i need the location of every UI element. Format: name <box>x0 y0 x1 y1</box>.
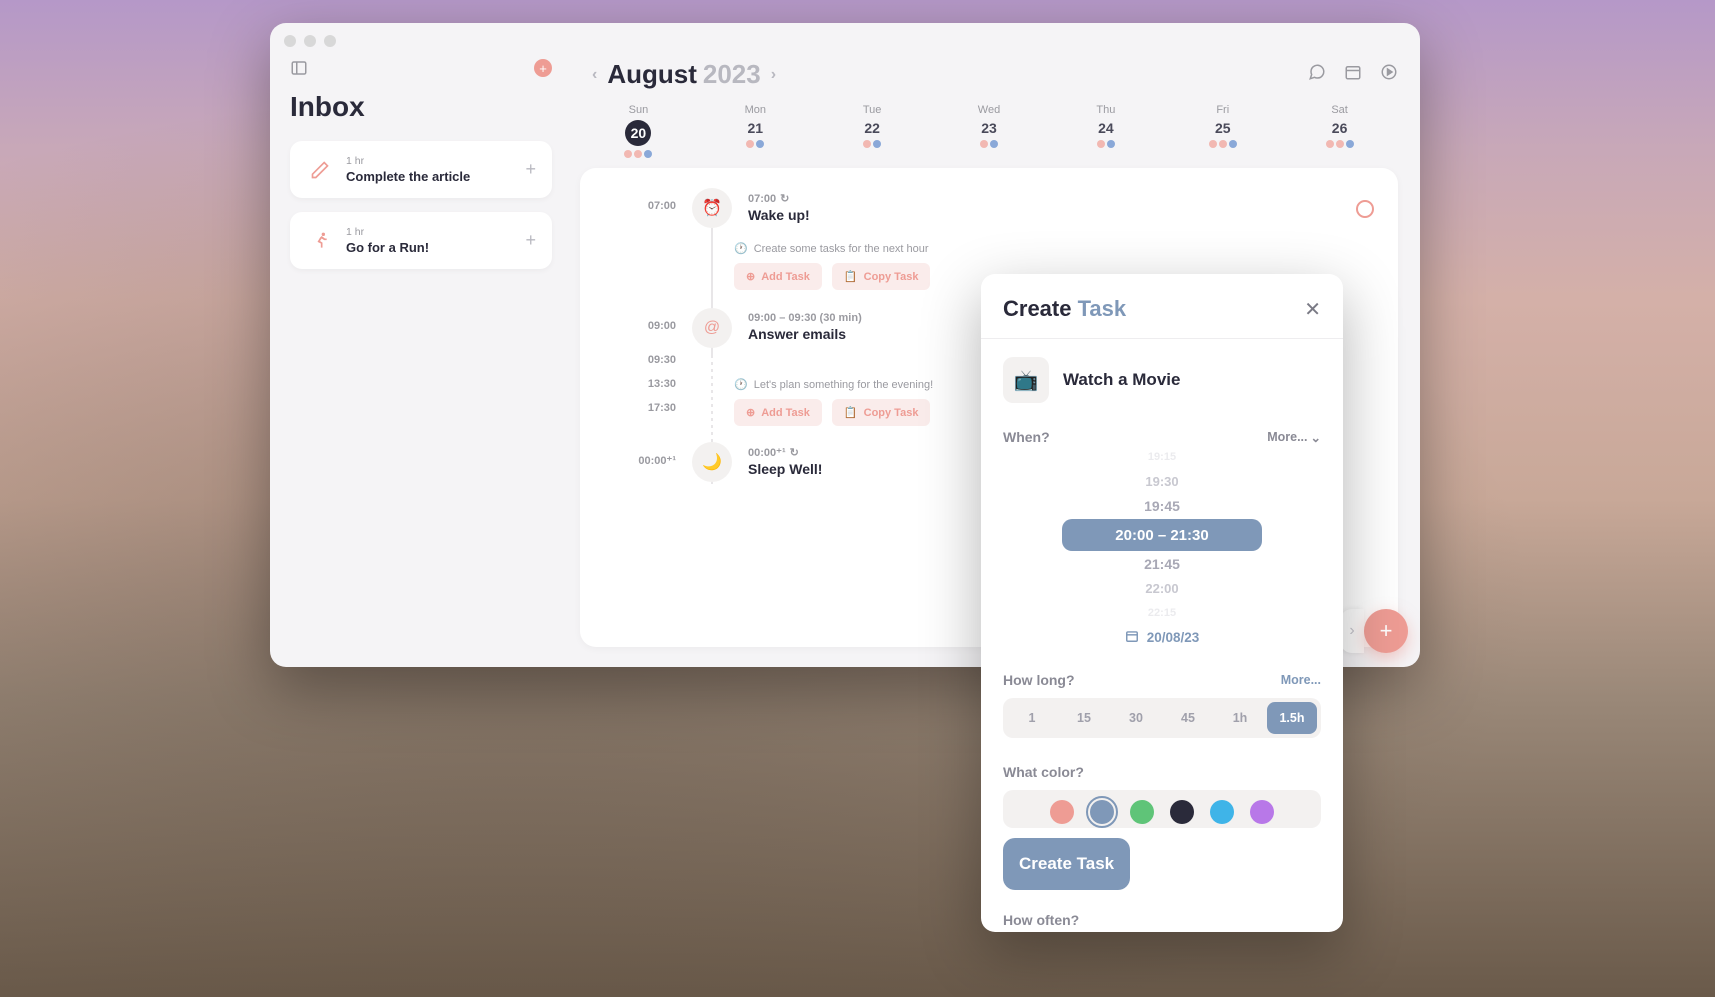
inbox-duration: 1 hr <box>346 155 513 167</box>
at-icon: @ <box>692 308 732 348</box>
day-cell[interactable]: Mon21 <box>697 104 814 158</box>
color-label: What color? <box>1003 764 1321 780</box>
how-often-label: How often? <box>1003 912 1321 932</box>
create-task-button[interactable]: Create Task <box>1003 838 1130 890</box>
selected-time: 20:00 – 21:30 <box>1062 519 1262 552</box>
month-name: August <box>607 59 697 90</box>
task-emoji-picker[interactable]: 📺 <box>1003 357 1049 403</box>
close-icon[interactable]: ✕ <box>1304 297 1321 322</box>
day-cell[interactable]: Sat26 <box>1281 104 1398 158</box>
calendar-icon <box>1125 629 1139 646</box>
fab-add-button[interactable]: + <box>1364 609 1408 653</box>
color-swatch[interactable] <box>1090 800 1114 824</box>
minimize-window-button[interactable] <box>304 35 316 47</box>
close-window-button[interactable] <box>284 35 296 47</box>
inbox-title: Inbox <box>290 91 552 123</box>
add-task-button[interactable]: + <box>525 230 536 251</box>
pencil-icon <box>306 156 334 184</box>
duration-option[interactable]: 1.5h <box>1267 702 1317 734</box>
color-swatch[interactable] <box>1170 800 1194 824</box>
event-title: Wake up! <box>748 207 1374 223</box>
time-label: 07:00 <box>604 188 676 212</box>
inbox-duration: 1 hr <box>346 226 513 238</box>
timeline-event[interactable]: 07:00 ⏰ 07:00 ↻ Wake up! <box>604 188 1374 228</box>
moon-icon: 🌙 <box>692 442 732 482</box>
week-row: Sun20 Mon21 Tue22 Wed23 Thu24 Fri25 Sat2… <box>580 104 1398 158</box>
fab-hint-arrow: › <box>1340 609 1364 653</box>
runner-icon <box>306 227 334 255</box>
duration-option[interactable]: 1h <box>1215 702 1265 734</box>
complete-checkbox[interactable] <box>1356 200 1374 218</box>
task-name-input[interactable]: Watch a Movie <box>1063 370 1180 390</box>
add-task-button[interactable]: ⊕ Add Task <box>734 399 822 426</box>
copy-task-button[interactable]: 📋 Copy Task <box>832 399 931 426</box>
copy-task-button[interactable]: 📋 Copy Task <box>832 263 931 290</box>
modal-title: Create Task <box>1003 296 1126 322</box>
more-when-button[interactable]: More... ⌄ <box>1267 430 1321 445</box>
duration-option[interactable]: 15 <box>1059 702 1109 734</box>
year: 2023 <box>703 59 761 90</box>
next-month-button[interactable]: › <box>767 62 780 88</box>
chevron-down-icon: ⌄ <box>1311 430 1321 445</box>
duration-label: How long? <box>1003 672 1075 688</box>
day-cell[interactable]: Tue22 <box>814 104 931 158</box>
calendar-icon[interactable] <box>1344 63 1362 86</box>
month-header: ‹ August 2023 › <box>588 59 780 90</box>
date-picker[interactable]: 20/08/23 <box>1003 629 1321 646</box>
duration-option[interactable]: 45 <box>1163 702 1213 734</box>
color-swatch[interactable] <box>1250 800 1274 824</box>
hint-text: 🕐 Create some tasks for the next hour <box>734 242 1374 255</box>
recur-icon: ↻ <box>780 192 789 205</box>
alarm-icon: ⏰ <box>692 188 732 228</box>
inbox-task-title: Go for a Run! <box>346 240 513 255</box>
inbox-card[interactable]: 1 hr Complete the article + <box>290 141 552 198</box>
when-label: When? <box>1003 429 1050 445</box>
sidebar-toggle-icon[interactable] <box>290 59 308 77</box>
create-task-modal: Create Task ✕ 📺 Watch a Movie When? More… <box>981 274 1343 932</box>
day-cell[interactable]: Fri25 <box>1164 104 1281 158</box>
more-duration-button[interactable]: More... <box>1281 673 1321 687</box>
add-task-button[interactable]: ⊕ Add Task <box>734 263 822 290</box>
day-cell[interactable]: Thu24 <box>1047 104 1164 158</box>
titlebar <box>270 23 1420 59</box>
duration-option[interactable]: 1 <box>1007 702 1057 734</box>
time-wheel[interactable]: 19:15 19:30 19:45 20:00 – 21:30 21:45 22… <box>1003 445 1321 625</box>
add-inbox-button[interactable]: + <box>534 59 552 77</box>
color-swatch[interactable] <box>1130 800 1154 824</box>
left-sidebar: + Inbox 1 hr Complete the article + 1 hr <box>270 59 572 667</box>
recur-icon: ↻ <box>790 446 799 459</box>
inbox-task-title: Complete the article <box>346 169 513 184</box>
color-swatch[interactable] <box>1210 800 1234 824</box>
color-swatch[interactable] <box>1050 800 1074 824</box>
duration-segments: 1 15 30 45 1h 1.5h <box>1003 698 1321 738</box>
prev-month-button[interactable]: ‹ <box>588 62 601 88</box>
inbox-card[interactable]: 1 hr Go for a Run! + <box>290 212 552 269</box>
add-task-button[interactable]: + <box>525 159 536 180</box>
maximize-window-button[interactable] <box>324 35 336 47</box>
time-label: 00:00⁺¹ <box>604 442 676 467</box>
time-label: 09:00 <box>604 308 676 332</box>
day-cell[interactable]: Sun20 <box>580 104 697 158</box>
duration-option[interactable]: 30 <box>1111 702 1161 734</box>
day-cell[interactable]: Wed23 <box>931 104 1048 158</box>
play-icon[interactable] <box>1380 63 1398 86</box>
chat-icon[interactable] <box>1308 63 1326 86</box>
